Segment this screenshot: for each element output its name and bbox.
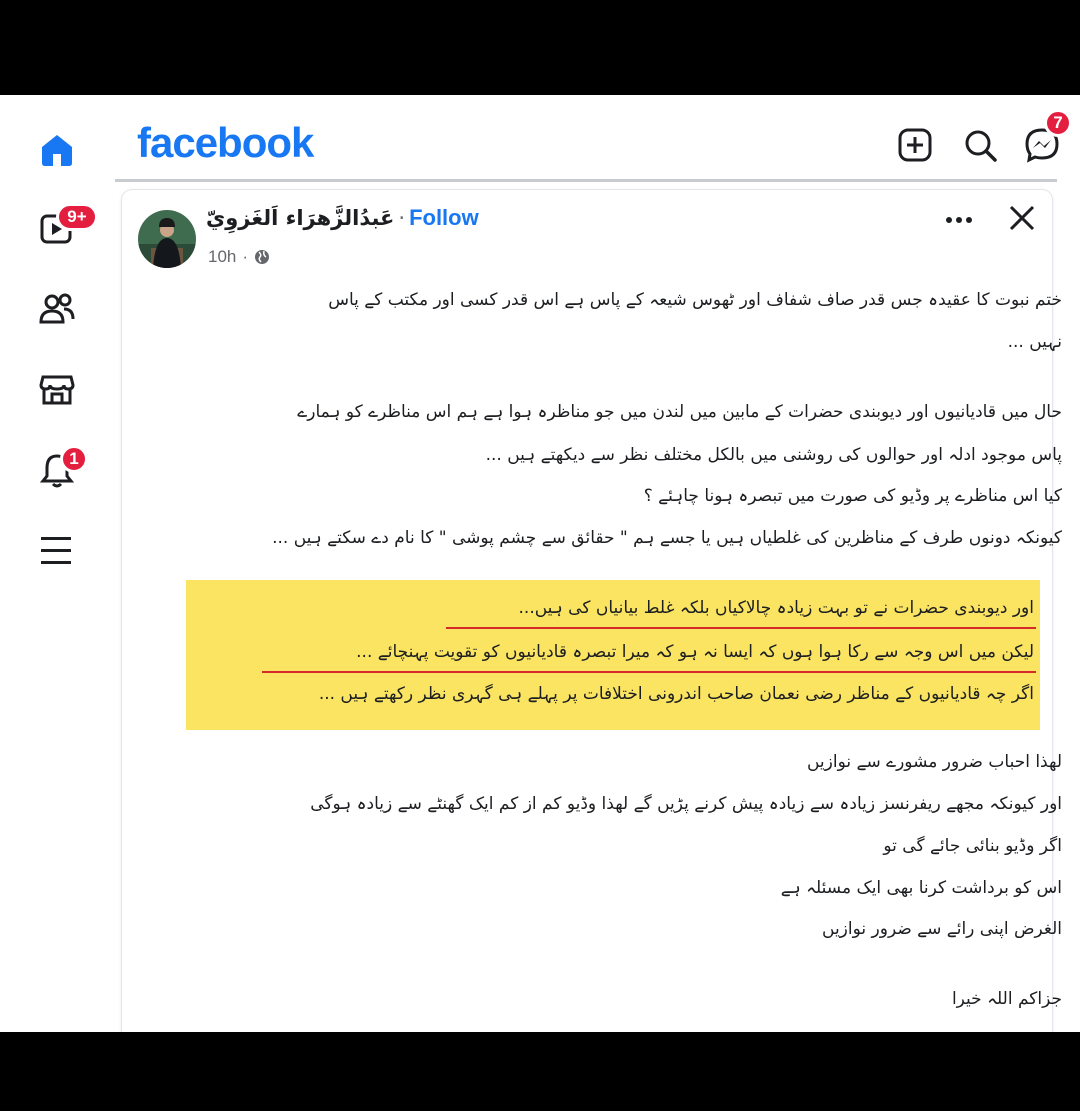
follow-button[interactable]: Follow <box>409 205 479 231</box>
post-line: کیونکہ دونوں طرف کے مناظرین کی غلطیاں ہی… <box>272 528 1062 548</box>
close-icon <box>1009 205 1035 231</box>
header-separator: · <box>398 206 406 230</box>
red-underline <box>446 627 1036 629</box>
meta-dot: · <box>242 247 249 266</box>
bottom-black-bar <box>0 1032 1080 1111</box>
messenger-badge: 7 <box>1044 109 1072 137</box>
post-line: اور کیونکہ مجھے ریفرنسز زیادہ سے زیادہ پ… <box>310 794 1062 814</box>
author-name[interactable]: عَبدُالزَّهرَاء اَلغَزوِيّ <box>206 206 394 230</box>
more-icon <box>946 217 972 223</box>
post-line: پاس موجود ادلہ اور حوالوں کی روشنی میں ب… <box>485 445 1062 465</box>
post-time[interactable]: 10h <box>208 247 236 267</box>
sidebar-item-marketplace[interactable] <box>24 356 90 422</box>
post-line: لھذا احباب ضرور مشورے سے نوازیں <box>806 752 1062 772</box>
notifications-badge: 1 <box>60 445 88 473</box>
more-options-button[interactable] <box>944 210 974 234</box>
highlighted-line: اگر چہ قادیانیوں کے مناظر رضی نعمان صاحب… <box>318 684 1034 704</box>
sidebar-item-home[interactable] <box>24 117 90 183</box>
plus-square-icon <box>898 128 932 162</box>
home-icon <box>42 135 72 166</box>
post-line: اگر وڈیو بنائی جائے گی تو <box>883 836 1062 856</box>
globe-icon <box>255 250 270 264</box>
facebook-screen: 9+ 1 facebook 7 عَبدُالزَّهرَاء اَلغَزوِ… <box>0 95 1080 1032</box>
close-button[interactable] <box>1008 204 1036 236</box>
post-line: حال میں قادیانیوں اور دیوبندی حضرات کے م… <box>297 402 1062 422</box>
sidebar-item-friends[interactable] <box>24 276 90 342</box>
author-avatar[interactable] <box>138 210 196 268</box>
post-line: جزاکم اللہ خیرا <box>951 989 1062 1009</box>
create-button[interactable] <box>895 125 935 165</box>
sidebar-item-notifications[interactable]: 1 <box>24 437 90 503</box>
post-line: کیا اس مناظرے پر وڈیو کی صورت میں تبصرہ … <box>643 486 1062 506</box>
menu-icon <box>41 537 71 564</box>
search-icon <box>965 130 997 162</box>
sidebar-item-menu[interactable] <box>24 517 90 583</box>
red-underline <box>262 671 1036 673</box>
post-meta: 10h · <box>208 247 270 267</box>
facebook-logo[interactable]: facebook <box>137 119 314 167</box>
post-header: عَبدُالزَّهرَاء اَلغَزوِيّ · Follow <box>206 205 479 231</box>
top-divider <box>115 179 1057 182</box>
post-line: الغرض اپنی رائے سے ضرور نوازیں <box>822 919 1062 939</box>
friends-icon <box>39 293 75 324</box>
messenger-button[interactable]: 7 <box>1022 109 1072 165</box>
search-button[interactable] <box>960 125 1000 165</box>
video-badge: 9+ <box>56 203 98 231</box>
sidebar-item-video[interactable]: 9+ <box>24 195 98 261</box>
top-bar: facebook 7 <box>115 95 1080 180</box>
post-line: نہیں ... <box>1007 332 1062 352</box>
post-line: اس کو برداشت کرنا بھی ایک مسئلہ ہے <box>780 878 1062 898</box>
post-line: ختم نبوت کا عقیدہ جس قدر صاف شفاف اور ٹھ… <box>328 290 1062 310</box>
marketplace-icon <box>39 375 75 405</box>
highlighted-line: اور دیوبندی حضرات نے تو بہت زیادہ چالاکی… <box>518 598 1034 618</box>
highlighted-line: لیکن میں اس وجہ سے رکا ہوا ہوں کہ ایسا ن… <box>356 642 1034 662</box>
sidebar: 9+ 1 <box>0 95 115 1032</box>
